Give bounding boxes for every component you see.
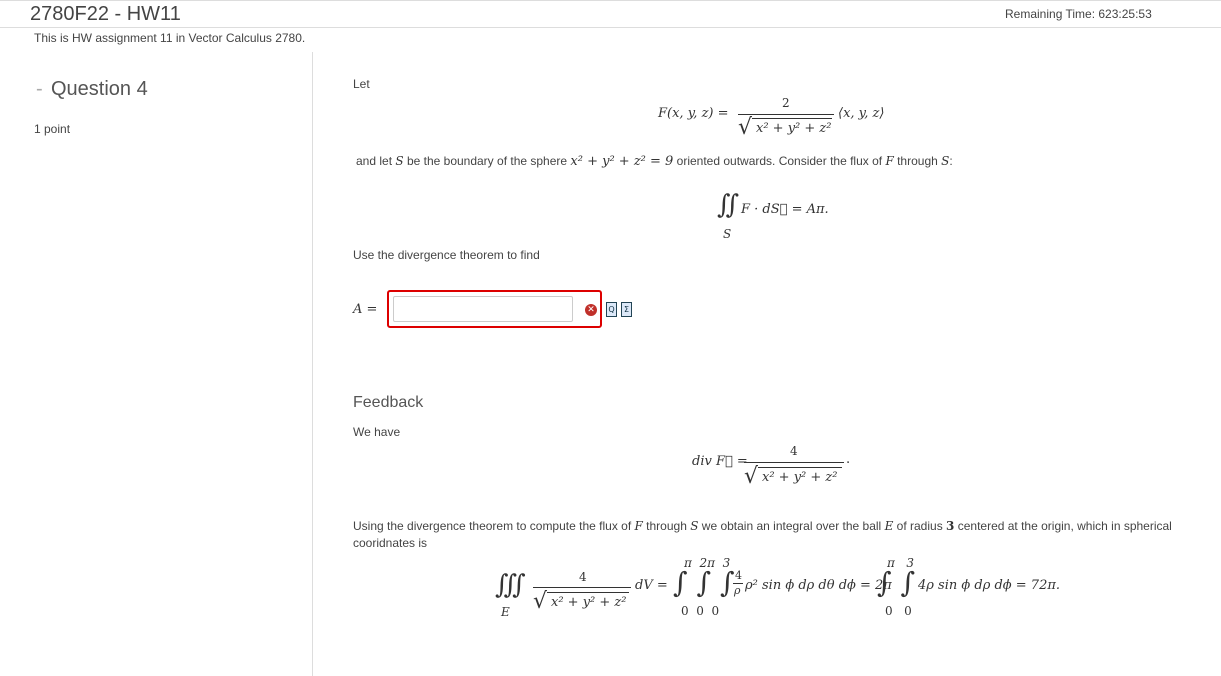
iter-integral-signs: ∫ ∫ ∫ <box>673 566 735 599</box>
divergence-equation: div F⃗ = 4 √ x² + y² + z² . <box>690 444 860 494</box>
answer-error-frame: ✕ <box>387 290 602 328</box>
instruction-text: Use the divergence theorem to find <box>353 248 540 262</box>
answer-input[interactable] <box>393 296 573 322</box>
field-radicand: x² + y² + z² <box>756 121 832 136</box>
remaining-time: Remaining Time: 623:25:53 <box>1005 7 1152 21</box>
explanation-E: E <box>884 519 894 533</box>
flux-body: F · dS⃗ = Aπ. <box>741 202 829 217</box>
rho-denominator: ρ <box>734 584 741 597</box>
divergence-explanation: Using the divergence theorem to compute … <box>353 519 1193 533</box>
integrand-1: ρ² sin ϕ dρ dθ dϕ = 2π <box>745 578 892 593</box>
sphere-sentence: and let S be the boundary of the sphere … <box>356 154 953 169</box>
sentence-part: oriented outwards. Consider the flux of <box>673 154 886 168</box>
sentence-part: be the boundary of the sphere <box>403 154 571 168</box>
field-vector: ⟨x, y, z⟩ <box>838 106 885 121</box>
collapse-toggle[interactable]: - <box>36 78 43 101</box>
sentence-part: through <box>893 154 942 168</box>
div-lhs: div F⃗ = <box>692 454 748 469</box>
sentence-S: S <box>395 154 404 168</box>
let-text: Let <box>353 77 370 91</box>
assignment-title: 2780F22 - HW11 <box>30 3 181 25</box>
t-radicand: x² + y² + z² <box>551 595 627 610</box>
t-sqrt-bar <box>547 592 629 593</box>
div-radicand: x² + y² + z² <box>762 470 838 485</box>
flux-integral-equation: ∬ F · dS⃗ = Aπ. S <box>717 190 857 244</box>
column-divider <box>312 52 313 676</box>
div-fraction-bar <box>744 462 844 463</box>
explanation-part: through <box>642 519 691 533</box>
header-divider <box>0 27 1221 28</box>
sentence-F: F <box>885 154 894 168</box>
question-points: 1 point <box>34 122 71 136</box>
flux-subscript: S <box>723 227 732 241</box>
sentence-equation: x² + y² + z² = 9 <box>570 154 674 169</box>
explanation-part: of radius <box>893 519 947 533</box>
feedback-title: Feedback <box>353 394 424 411</box>
field-sqrt-bar <box>752 118 832 119</box>
explanation-part: Using the divergence theorem to compute … <box>353 519 635 533</box>
integrand-2: 4ρ sin ϕ dρ dϕ = 72π. <box>918 578 1061 593</box>
preview-icon[interactable]: Q <box>606 302 617 317</box>
error-icon: ✕ <box>585 304 597 316</box>
assignment-description: This is HW assignment 11 in Vector Calcu… <box>34 31 306 45</box>
t-fraction-bar <box>533 587 631 588</box>
explanation-line2: cooridnates is <box>353 536 428 550</box>
spherical-integral-equation: ∭ E 4 √ x² + y² + z² dV = π 2π 3 ∫ ∫ ∫ 0… <box>495 556 1060 622</box>
div-sqrt-bar <box>758 467 842 468</box>
vector-field-equation: F(x, y, z) = 2 √ x² + y² + z² ⟨x, y, z⟩ <box>658 96 898 144</box>
question-title: Question 4 <box>51 78 148 100</box>
iter2-integral-signs: ∫ ∫ <box>877 566 916 599</box>
t-sqrt-sign: √ <box>533 589 548 614</box>
top-border <box>0 0 1221 1</box>
t-numerator: 4 <box>579 570 587 584</box>
field-lhs: F(x, y, z) = <box>658 106 729 121</box>
div-period: . <box>846 452 851 467</box>
sentence-part: : <box>949 154 953 168</box>
we-have-text: We have <box>353 425 401 439</box>
dv-text: dV = <box>635 578 668 593</box>
answer-label: A = <box>353 302 378 317</box>
equation-editor-icon[interactable]: Σ <box>621 302 632 317</box>
explanation-F: F <box>634 519 643 533</box>
div-numerator: 4 <box>790 444 798 458</box>
explanation-part: centered at the origin, which in spheric… <box>954 519 1172 533</box>
field-fraction-bar <box>738 114 834 115</box>
explanation-part: we obtain an integral over the ball <box>698 519 885 533</box>
rho-numerator: 4 <box>735 569 742 582</box>
field-sqrt-sign: √ <box>738 115 753 140</box>
iter2-limits-bottom: 0 0 <box>885 604 912 618</box>
sentence-part: and let <box>356 154 396 168</box>
iter-limits-bottom: 0 0 0 <box>681 604 720 618</box>
double-integral-sign: ∬ <box>717 190 740 220</box>
div-sqrt-sign: √ <box>744 464 759 489</box>
field-numerator: 2 <box>782 96 790 110</box>
triple-subscript: E <box>501 605 510 619</box>
triple-integral-sign: ∭ <box>495 570 526 600</box>
